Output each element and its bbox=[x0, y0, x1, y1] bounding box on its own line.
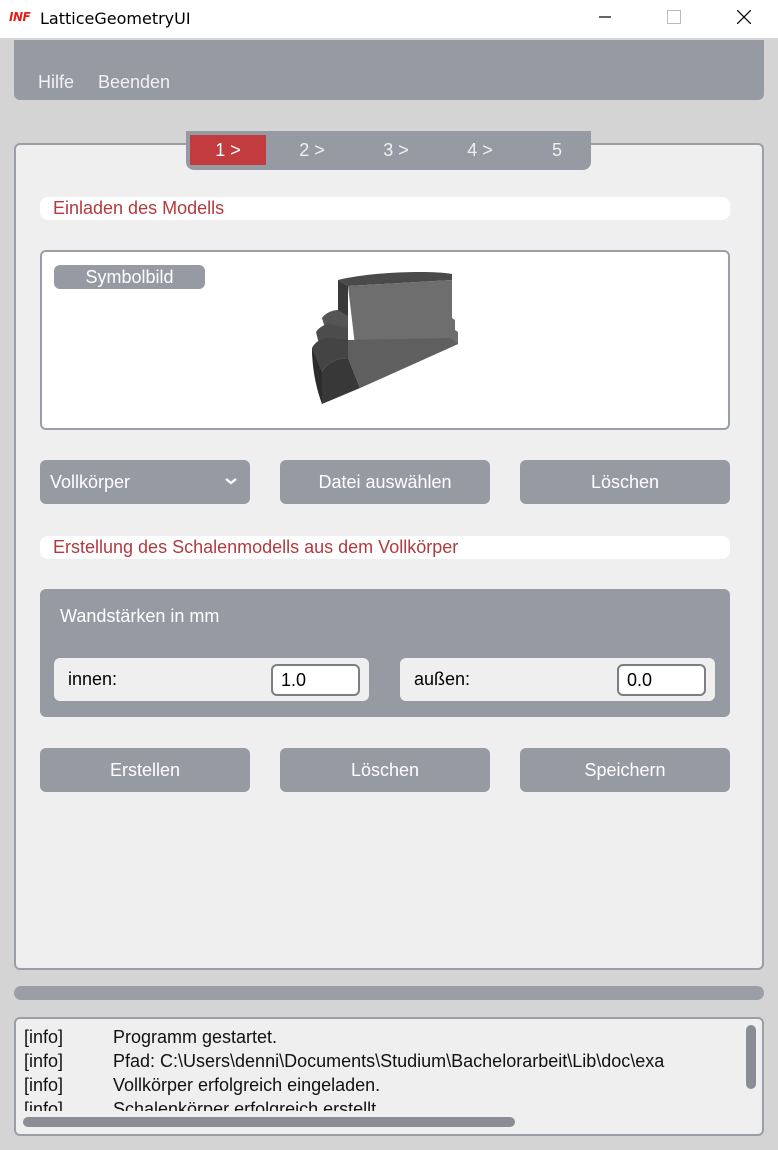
title-bar: INF LatticeGeometryUI bbox=[0, 0, 778, 38]
symbol-image-label: Symbolbild bbox=[54, 265, 205, 289]
wall-thickness-title: Wandstärken in mm bbox=[60, 606, 220, 626]
minimize-button[interactable] bbox=[582, 0, 628, 34]
log-tag: [info] bbox=[24, 1027, 64, 1047]
log-message: Programm gestartet. bbox=[113, 1027, 278, 1047]
log-message: Pfad: C:\Users\denni\Documents\Studium\B… bbox=[113, 1051, 665, 1071]
inner-thickness-row: innen: 1.0 bbox=[54, 658, 369, 701]
wall-thickness-panel: Wandstärken in mm innen: 1.0 außen: 0.0 bbox=[40, 589, 730, 717]
create-shell-button[interactable]: Erstellen bbox=[40, 748, 250, 792]
log-line: [info] Schalenkörper erfolgreich erstell… bbox=[24, 1099, 739, 1111]
save-shell-button[interactable]: Speichern bbox=[520, 748, 730, 792]
step-tab-5[interactable]: 5 bbox=[519, 135, 595, 165]
step-tab-1[interactable]: 1 > bbox=[190, 135, 266, 165]
progress-bar bbox=[14, 986, 764, 1000]
model-preview-image bbox=[312, 272, 458, 404]
step-tab-4[interactable]: 4 > bbox=[442, 135, 518, 165]
log-tag: [info] bbox=[24, 1051, 64, 1071]
step-tabs: 1 > 2 > 3 > 4 > 5 bbox=[186, 131, 591, 170]
close-icon bbox=[737, 10, 751, 24]
app-logo: INF bbox=[9, 10, 31, 24]
chevron-down-icon bbox=[225, 478, 237, 485]
menu-bar: Hilfe Beenden bbox=[14, 40, 764, 100]
log-content: [info] Programm gestartet. [info] Pfad: … bbox=[24, 1027, 739, 1111]
step-tab-2[interactable]: 2 > bbox=[274, 135, 350, 165]
log-message: Schalenkörper erfolgreich erstellt. bbox=[113, 1099, 382, 1111]
maximize-icon bbox=[667, 10, 681, 24]
model-type-value: Vollkörper bbox=[50, 471, 131, 492]
log-horizontal-scrollbar[interactable] bbox=[23, 1117, 515, 1127]
section-header-load-model: Einladen des Modells bbox=[40, 197, 730, 220]
log-tag: [info] bbox=[24, 1099, 64, 1111]
log-message: Vollkörper erfolgreich eingeladen. bbox=[113, 1075, 381, 1095]
minimize-icon bbox=[599, 16, 611, 18]
log-line: [info] Programm gestartet. bbox=[24, 1027, 739, 1051]
log-vertical-scrollbar[interactable] bbox=[746, 1025, 756, 1089]
maximize-button[interactable] bbox=[651, 0, 697, 34]
window-title: LatticeGeometryUI bbox=[40, 9, 191, 28]
model-type-dropdown[interactable]: Vollkörper bbox=[40, 460, 250, 504]
log-line: [info] Vollkörper erfolgreich eingeladen… bbox=[24, 1075, 739, 1099]
step-tab-3[interactable]: 3 > bbox=[358, 135, 434, 165]
delete-model-button[interactable]: Löschen bbox=[520, 460, 730, 504]
outer-thickness-row: außen: 0.0 bbox=[400, 658, 715, 701]
select-file-button[interactable]: Datei auswählen bbox=[280, 460, 490, 504]
outer-thickness-label: außen: bbox=[414, 669, 471, 689]
inner-thickness-label: innen: bbox=[68, 669, 118, 689]
inner-thickness-input[interactable]: 1.0 bbox=[271, 664, 360, 696]
log-panel: [info] Programm gestartet. [info] Pfad: … bbox=[14, 1017, 764, 1136]
log-line: [info] Pfad: C:\Users\denni\Documents\St… bbox=[24, 1051, 739, 1075]
log-tag: [info] bbox=[24, 1075, 64, 1095]
section-header-create-shell: Erstellung des Schalenmodells aus dem Vo… bbox=[40, 536, 730, 559]
menu-item-help[interactable]: Hilfe bbox=[38, 72, 74, 93]
delete-shell-button[interactable]: Löschen bbox=[280, 748, 490, 792]
close-button[interactable] bbox=[721, 0, 767, 34]
outer-thickness-input[interactable]: 0.0 bbox=[617, 664, 706, 696]
menu-item-exit[interactable]: Beenden bbox=[98, 72, 170, 93]
